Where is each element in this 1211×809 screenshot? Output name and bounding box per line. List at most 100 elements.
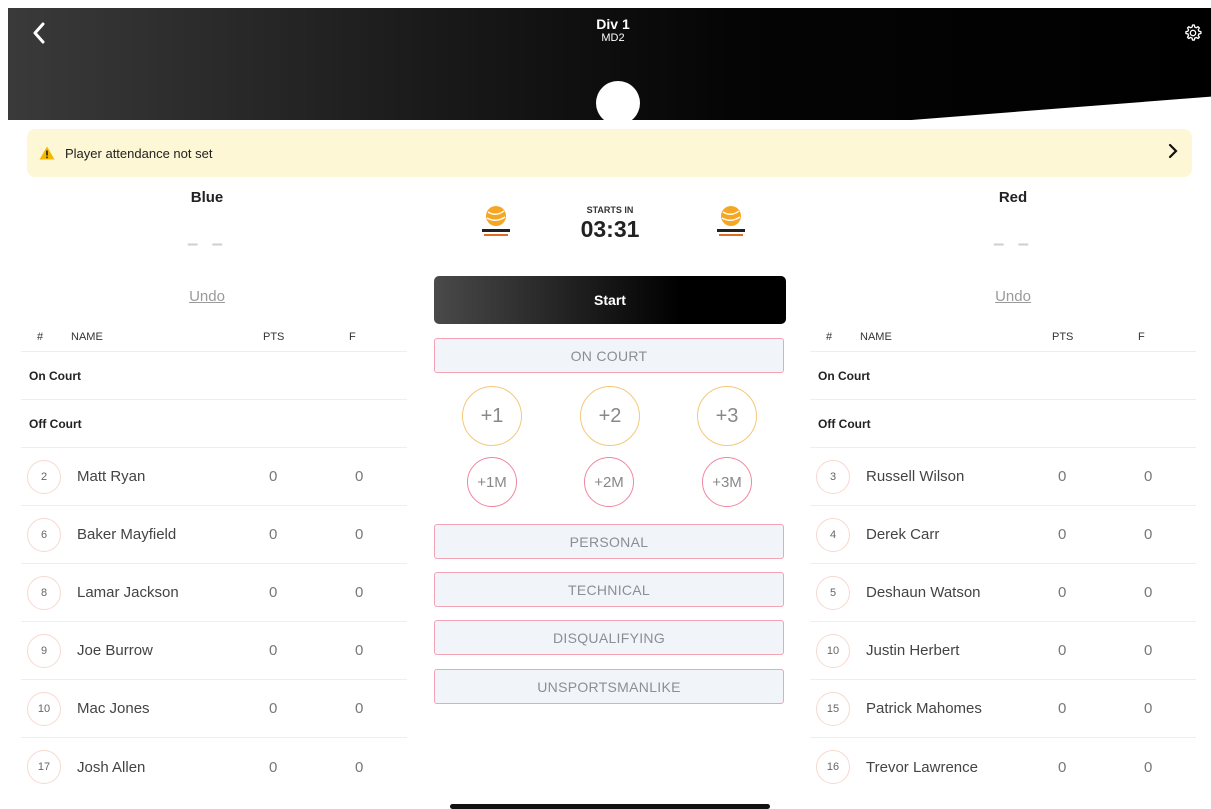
- home-undo-link[interactable]: Undo: [107, 288, 307, 305]
- jersey-number: 3: [816, 459, 850, 494]
- jersey-number: 6: [27, 517, 61, 552]
- player-row[interactable]: 6 Baker Mayfield 0 0: [21, 506, 407, 564]
- player-row[interactable]: 10 Justin Herbert 0 0: [810, 622, 1196, 680]
- game-header: Div 1 MD2: [8, 8, 1211, 128]
- home-player-table: # NAME PTS F On Court Off Court 2 Matt R…: [21, 322, 407, 796]
- player-row[interactable]: 17 Josh Allen 0 0: [21, 738, 407, 796]
- player-row[interactable]: 10 Mac Jones 0 0: [21, 680, 407, 738]
- column-fouls: F: [349, 330, 356, 343]
- player-row[interactable]: 9 Joe Burrow 0 0: [21, 622, 407, 680]
- player-fouls: 0: [1144, 642, 1153, 659]
- player-points: 0: [269, 700, 278, 717]
- table-header: # NAME PTS F: [810, 322, 1196, 352]
- away-undo-link[interactable]: Undo: [913, 288, 1113, 305]
- away-team-score: – –: [993, 233, 1033, 255]
- miss-2-points-button[interactable]: +2M: [584, 457, 634, 507]
- home-indicator[interactable]: [450, 804, 770, 809]
- back-button[interactable]: [24, 18, 54, 48]
- jersey-number: 4: [816, 517, 850, 552]
- jersey-number: 2: [27, 459, 61, 494]
- player-points: 0: [1058, 584, 1067, 601]
- player-row[interactable]: 2 Matt Ryan 0 0: [21, 448, 407, 506]
- player-name: Russell Wilson: [866, 468, 965, 485]
- player-fouls: 0: [355, 526, 364, 543]
- home-team-name: Blue: [190, 189, 224, 206]
- add-2-points-button[interactable]: +2: [580, 386, 640, 446]
- on-court-section: On Court: [810, 352, 1196, 400]
- column-name: NAME: [860, 330, 892, 343]
- off-court-section: Off Court: [810, 400, 1196, 448]
- player-fouls: 0: [1144, 526, 1153, 543]
- game-clock: 03:31: [580, 216, 640, 242]
- player-row[interactable]: 8 Lamar Jackson 0 0: [21, 564, 407, 622]
- player-points: 0: [1058, 468, 1067, 485]
- player-name: Patrick Mahomes: [866, 700, 982, 717]
- personal-foul-button[interactable]: PERSONAL: [434, 524, 784, 559]
- column-points: PTS: [263, 330, 285, 343]
- player-name: Derek Carr: [866, 526, 940, 543]
- player-points: 0: [1058, 758, 1067, 776]
- player-points: 0: [269, 526, 278, 543]
- jersey-number: 10: [816, 633, 850, 668]
- gear-icon: [1185, 24, 1202, 41]
- player-points: 0: [269, 468, 278, 485]
- home-team-logo: [482, 206, 510, 236]
- column-points: PTS: [1052, 330, 1074, 343]
- player-fouls: 0: [1144, 468, 1153, 485]
- miss-3-points-button[interactable]: +3M: [702, 457, 752, 507]
- player-points: 0: [269, 584, 278, 601]
- column-number: #: [37, 330, 44, 343]
- attendance-alert[interactable]: Player attendance not set: [27, 129, 1192, 177]
- column-name: NAME: [71, 330, 103, 343]
- player-fouls: 0: [355, 758, 364, 776]
- player-points: 0: [269, 758, 278, 776]
- player-points: 0: [269, 642, 278, 659]
- player-name: Trevor Lawrence: [866, 758, 978, 776]
- possession-indicator[interactable]: [596, 81, 640, 125]
- player-points: 0: [1058, 526, 1067, 543]
- player-row[interactable]: 4 Derek Carr 0 0: [810, 506, 1196, 564]
- disqualifying-foul-button[interactable]: DISQUALIFYING: [434, 620, 784, 655]
- start-game-button[interactable]: Start: [434, 276, 786, 324]
- player-row[interactable]: 5 Deshaun Watson 0 0: [810, 564, 1196, 622]
- player-name: Baker Mayfield: [77, 526, 177, 543]
- player-row[interactable]: 3 Russell Wilson 0 0: [810, 448, 1196, 506]
- player-fouls: 0: [355, 642, 364, 659]
- header-diagonal-cut: [808, 96, 1211, 128]
- unsportsmanlike-foul-button[interactable]: UNSPORTSMANLIKE: [434, 669, 784, 704]
- player-fouls: 0: [1144, 584, 1153, 601]
- player-points: 0: [1058, 642, 1067, 659]
- player-name: Josh Allen: [77, 758, 146, 776]
- player-name: Deshaun Watson: [866, 584, 981, 601]
- player-fouls: 0: [1144, 700, 1153, 717]
- jersey-number: 9: [27, 633, 61, 668]
- table-header: # NAME PTS F: [21, 322, 407, 352]
- technical-foul-button[interactable]: TECHNICAL: [434, 572, 784, 607]
- away-team-logo: [717, 206, 745, 236]
- chevron-left-icon: [33, 22, 45, 44]
- column-fouls: F: [1138, 330, 1145, 343]
- jersey-number: 15: [816, 691, 850, 726]
- player-name: Lamar Jackson: [77, 584, 179, 601]
- away-player-table: # NAME PTS F On Court Off Court 3 Russel…: [810, 322, 1196, 796]
- starts-in-label: STARTS IN: [586, 205, 634, 215]
- jersey-number: 10: [27, 691, 61, 726]
- player-row[interactable]: 15 Patrick Mahomes 0 0: [810, 680, 1196, 738]
- match-subtitle: MD2: [601, 32, 625, 44]
- home-team-score: – –: [187, 233, 227, 255]
- alert-message: Player attendance not set: [65, 145, 213, 161]
- miss-1-point-button[interactable]: +1M: [467, 457, 517, 507]
- player-name: Justin Herbert: [866, 642, 960, 659]
- add-1-point-button[interactable]: +1: [462, 386, 522, 446]
- player-row[interactable]: 16 Trevor Lawrence 0 0: [810, 738, 1196, 796]
- player-fouls: 0: [355, 468, 364, 485]
- on-court-section: On Court: [21, 352, 407, 400]
- player-fouls: 0: [355, 584, 364, 601]
- player-fouls: 0: [1144, 758, 1153, 776]
- player-points: 0: [1058, 700, 1067, 717]
- jersey-number: 8: [27, 575, 61, 610]
- on-court-button[interactable]: ON COURT: [434, 338, 784, 373]
- settings-button[interactable]: [1178, 18, 1208, 48]
- add-3-points-button[interactable]: +3: [697, 386, 757, 446]
- away-team-name: Red: [998, 189, 1028, 206]
